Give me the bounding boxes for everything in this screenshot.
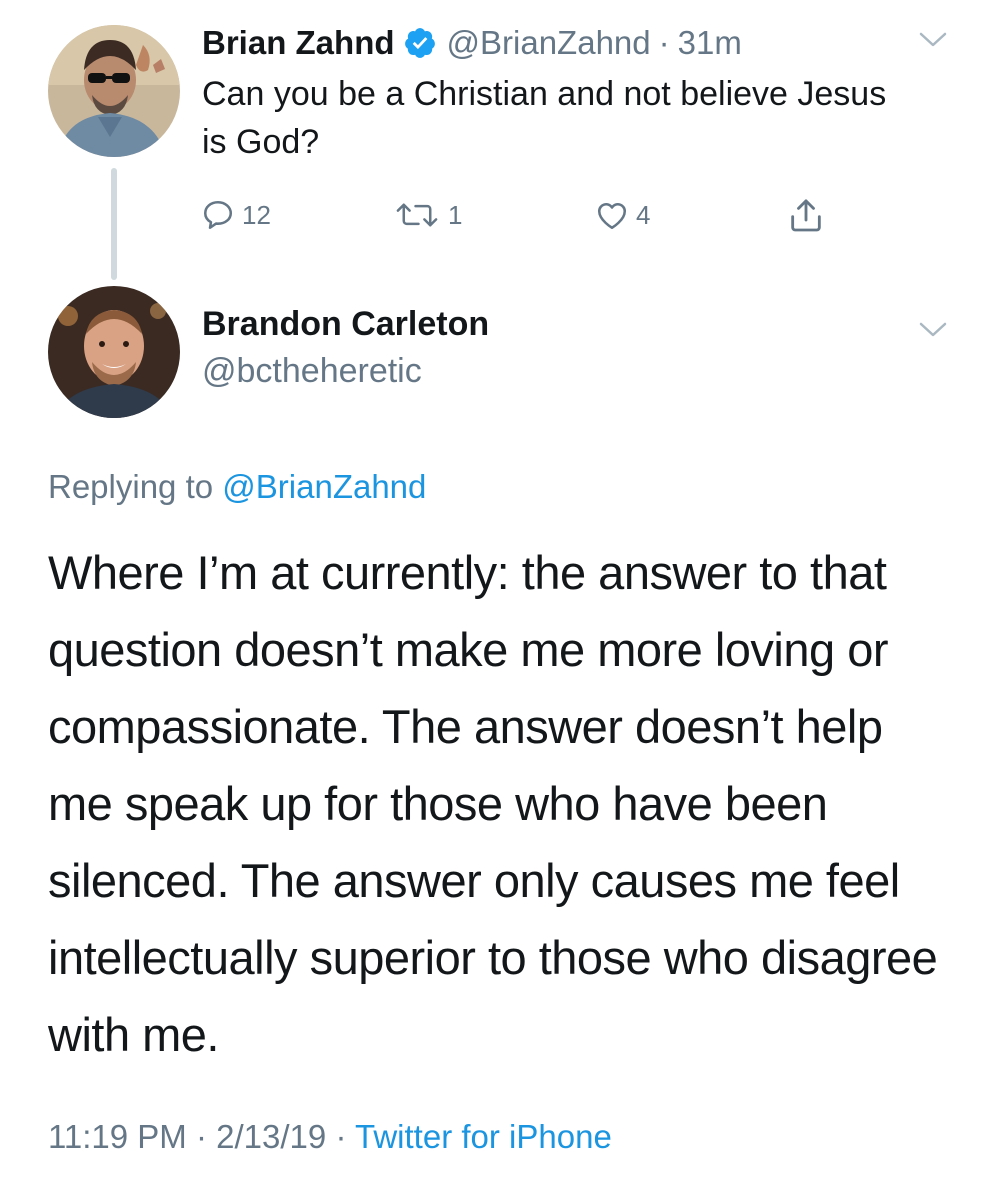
tweet-source-link[interactable]: Twitter for iPhone	[355, 1118, 612, 1155]
parent-tweet-header: Brian Zahnd @BrianZahnd · 31m	[202, 20, 742, 66]
meta-separator: ·	[195, 1118, 207, 1155]
replying-to-prefix: Replying to	[48, 468, 214, 505]
tweet-time: 11:19 PM	[48, 1118, 187, 1155]
reply-author-name[interactable]: Brandon Carleton	[202, 305, 489, 344]
reply-author-handle[interactable]: @bctheheretic	[202, 352, 422, 391]
parent-tweet-text: Can you be a Christian and not believe J…	[202, 75, 887, 161]
tweet-date: 2/13/19	[216, 1118, 327, 1155]
reply-count: 12	[242, 199, 271, 230]
reply-button[interactable]: 12	[200, 195, 271, 235]
parent-author-name[interactable]: Brian Zahnd	[202, 24, 395, 62]
chevron-down-icon[interactable]	[918, 30, 948, 50]
tweet-meta: 11:19 PM · 2/13/19 · Twitter for iPhone	[48, 1118, 612, 1156]
meta-separator: ·	[335, 1118, 347, 1155]
reply-bubble-icon	[203, 200, 233, 230]
header-separator: ·	[658, 24, 670, 61]
parent-tweet-time[interactable]: 31m	[678, 24, 742, 62]
share-upload-icon	[791, 199, 821, 232]
reply-author-avatar[interactable]	[48, 286, 180, 418]
heart-icon	[597, 203, 627, 230]
replying-to-line: Replying to @BrianZahnd	[48, 468, 426, 506]
replying-to-link[interactable]: @BrianZahnd	[222, 468, 426, 505]
like-count: 4	[636, 199, 651, 230]
verified-badge-icon	[403, 26, 437, 60]
thread-connector-line	[111, 168, 117, 280]
share-button[interactable]	[786, 195, 832, 235]
reply-tweet-text: Where I’m at currently: the answer to th…	[48, 546, 938, 1061]
retweet-button[interactable]: 1	[392, 195, 462, 235]
retweet-count: 1	[448, 199, 463, 230]
parent-author-handle[interactable]: @BrianZahnd	[447, 24, 651, 62]
chevron-down-icon[interactable]	[918, 320, 948, 340]
like-button[interactable]: 4	[594, 195, 650, 235]
parent-author-avatar[interactable]	[48, 25, 180, 157]
retweet-icon	[396, 203, 438, 227]
